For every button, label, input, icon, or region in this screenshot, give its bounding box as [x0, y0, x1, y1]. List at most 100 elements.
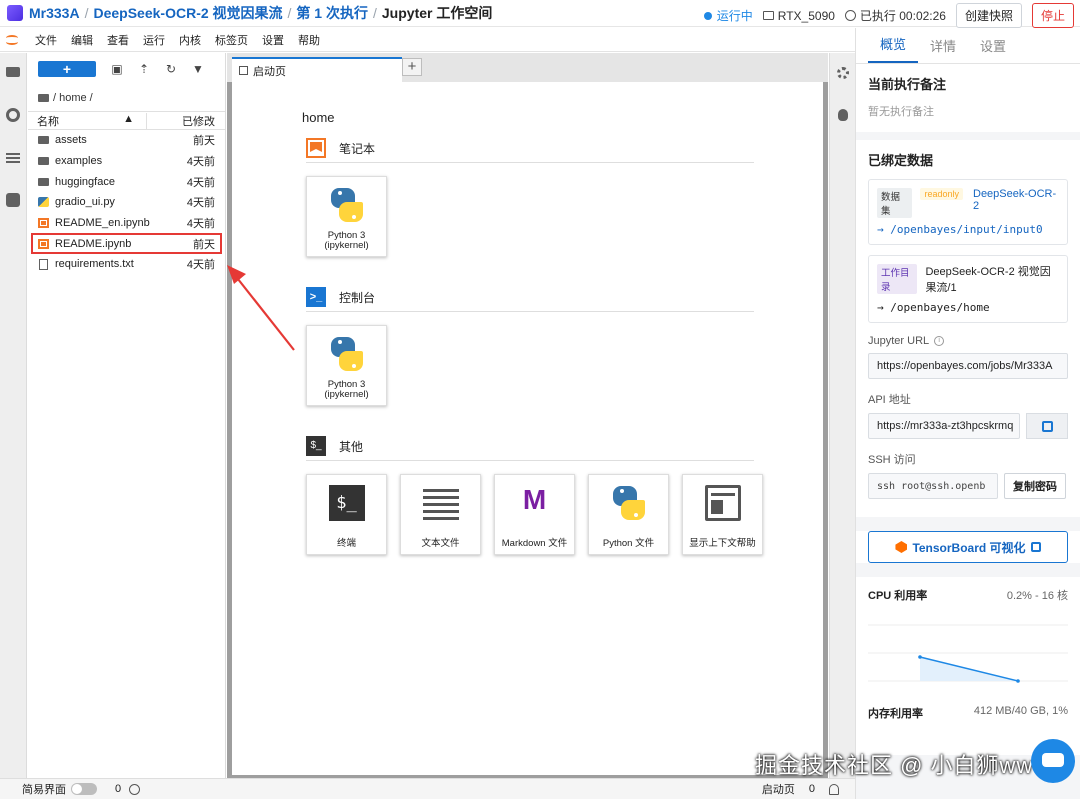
- python-logo-icon: [329, 336, 365, 372]
- app-logo-icon[interactable]: [7, 5, 23, 21]
- status-indicator: 运行中: [703, 7, 753, 24]
- section-header: $_ 其他: [306, 436, 754, 461]
- extension-manager-icon[interactable]: [6, 193, 20, 207]
- external-link-icon: [1030, 542, 1041, 552]
- workdir-name[interactable]: DeepSeek-OCR-2 视觉因果流/1: [925, 264, 1059, 296]
- python-file-card[interactable]: Python 文件: [588, 474, 669, 555]
- breadcrumb-current: Jupyter 工作空间: [381, 5, 493, 21]
- jupyter-logo-icon: [5, 33, 19, 47]
- path-text[interactable]: / home /: [53, 92, 93, 104]
- refresh-icon[interactable]: ↻: [165, 63, 177, 75]
- current-path: / home /: [28, 85, 225, 111]
- jupyter-url-field[interactable]: https://openbayes.com/jobs/Mr333A: [868, 353, 1068, 379]
- menu-edit[interactable]: 编辑: [64, 32, 100, 48]
- workdir-binding: 工作目录 DeepSeek-OCR-2 视觉因果流/1 → /openbayes…: [868, 255, 1068, 323]
- stop-button[interactable]: 停止: [1031, 3, 1074, 28]
- upload-icon[interactable]: ⇡: [138, 63, 150, 75]
- python-logo-icon: [611, 485, 647, 521]
- mem-label: 内存利用率: [868, 708, 923, 720]
- bound-data-title: 已绑定数据: [868, 153, 934, 168]
- breadcrumb-user[interactable]: Mr333A: [29, 5, 80, 21]
- copy-password-button[interactable]: 复制密码: [1004, 473, 1066, 499]
- file-row-requirements[interactable]: requirements.txt 4天前: [28, 254, 225, 275]
- active-tab-name: 启动页: [761, 784, 795, 796]
- text-file-icon: [422, 485, 459, 521]
- notebook-python3-card[interactable]: Python 3 (ipykernel): [306, 176, 387, 257]
- right-sidebar: [829, 53, 855, 778]
- debugger-icon[interactable]: [838, 109, 848, 121]
- file-browser-icon[interactable]: [6, 67, 20, 77]
- api-label: API 地址: [868, 394, 911, 406]
- file-row-readme[interactable]: README.ipynb 前天: [31, 233, 222, 255]
- column-modified[interactable]: 已修改: [147, 113, 225, 129]
- folder-icon[interactable]: [38, 94, 49, 102]
- breadcrumb-run[interactable]: 第 1 次执行: [296, 3, 368, 23]
- menu-settings[interactable]: 设置: [255, 32, 291, 48]
- tab-settings[interactable]: 设置: [968, 36, 1018, 63]
- tab-details[interactable]: 详情: [918, 36, 968, 63]
- section-header: >_ 控制台: [306, 287, 754, 312]
- notification-count: 0: [808, 783, 815, 795]
- card-label: 终端: [336, 538, 356, 549]
- note-empty: 暂无执行备注: [868, 106, 934, 118]
- api-url-field[interactable]: https://mr333a-zt3hpcskrmq: [868, 413, 1020, 439]
- folder-icon: [38, 136, 49, 145]
- elapsed-text: 已执行 00:02:26: [859, 9, 946, 23]
- file-row-huggingface[interactable]: huggingface 4天前: [28, 171, 225, 192]
- tensorboard-button[interactable]: TensorBoard 可视化: [868, 531, 1068, 563]
- card-label: 显示上下文帮助: [689, 538, 756, 549]
- top-bar: Mr333A / DeepSeek-OCR-2 视觉因果流 / 第 1 次执行 …: [0, 0, 1080, 28]
- tensorboard-block: TensorBoard 可视化: [856, 531, 1080, 563]
- info-icon[interactable]: i: [934, 336, 945, 346]
- ssh-command-field[interactable]: ssh root@ssh.openb: [868, 473, 998, 499]
- console-python3-card[interactable]: Python 3 (ipykernel): [306, 325, 387, 406]
- property-inspector-icon[interactable]: [837, 67, 849, 79]
- card-label: Markdown 文件: [501, 538, 568, 549]
- notebook-file-icon: [38, 218, 49, 229]
- section-console: >_ 控制台 Python 3 (ipykernel): [306, 287, 754, 406]
- chat-support-icon[interactable]: [1031, 739, 1075, 783]
- status-dot-icon: [703, 11, 712, 20]
- menu-help[interactable]: 帮助: [291, 32, 327, 48]
- menu-file[interactable]: 文件: [28, 32, 64, 48]
- cpu-chart: [868, 613, 1068, 685]
- notebook-icon: [306, 138, 326, 158]
- table-of-contents-icon[interactable]: [6, 151, 20, 165]
- status-right: 启动页 0: [762, 781, 839, 797]
- dataset-link[interactable]: DeepSeek-OCR-2: [973, 188, 1059, 212]
- context-help-card[interactable]: 显示上下文帮助: [682, 474, 763, 555]
- menu-view[interactable]: 查看: [100, 32, 136, 48]
- card-label: Python 文件: [602, 538, 655, 549]
- open-api-button[interactable]: [1026, 413, 1068, 439]
- markdown-file-card[interactable]: M Markdown 文件: [494, 474, 575, 555]
- section-title: 控制台: [339, 290, 376, 305]
- file-row-assets[interactable]: assets 前天: [28, 130, 225, 151]
- new-folder-icon[interactable]: ▣: [111, 63, 123, 75]
- menu-bar: 文件 编辑 查看 运行 内核 标签页 设置 帮助: [0, 28, 855, 52]
- globe-icon: [129, 783, 141, 795]
- file-row-readme-en[interactable]: README_en.ipynb 4天前: [28, 213, 225, 234]
- add-tab-button[interactable]: +: [402, 58, 422, 76]
- card-label: Python 3 (ipykernel): [324, 230, 369, 251]
- file-row-gradio-ui[interactable]: gradio_ui.py 4天前: [28, 192, 225, 213]
- file-row-examples[interactable]: examples 4天前: [28, 151, 225, 172]
- new-launcher-button[interactable]: +: [38, 61, 96, 77]
- dataset-mount-path: → /openbayes/input/input0: [877, 223, 1043, 236]
- running-sessions-icon[interactable]: [6, 108, 20, 122]
- menu-kernel[interactable]: 内核: [172, 32, 208, 48]
- terminal-card[interactable]: $_ 终端: [306, 474, 387, 555]
- simple-mode-toggle[interactable]: [71, 783, 97, 795]
- bell-icon[interactable]: [829, 783, 839, 795]
- tensorboard-label: TensorBoard 可视化: [912, 540, 1026, 555]
- tab-overview[interactable]: 概览: [868, 34, 919, 63]
- simple-mode: 简易界面: [22, 781, 97, 797]
- menu-run[interactable]: 运行: [136, 32, 172, 48]
- filter-icon[interactable]: ▼: [192, 63, 204, 75]
- kernel-count[interactable]: 0: [115, 783, 141, 795]
- breadcrumb-project[interactable]: DeepSeek-OCR-2 视觉因果流: [93, 3, 282, 23]
- text-file-card[interactable]: 文本文件: [400, 474, 481, 555]
- tab-launcher[interactable]: 启动页: [232, 57, 402, 82]
- column-name[interactable]: 名称 ▲: [28, 112, 147, 129]
- menu-tabs[interactable]: 标签页: [208, 32, 255, 48]
- create-snapshot-button[interactable]: 创建快照: [955, 3, 1022, 28]
